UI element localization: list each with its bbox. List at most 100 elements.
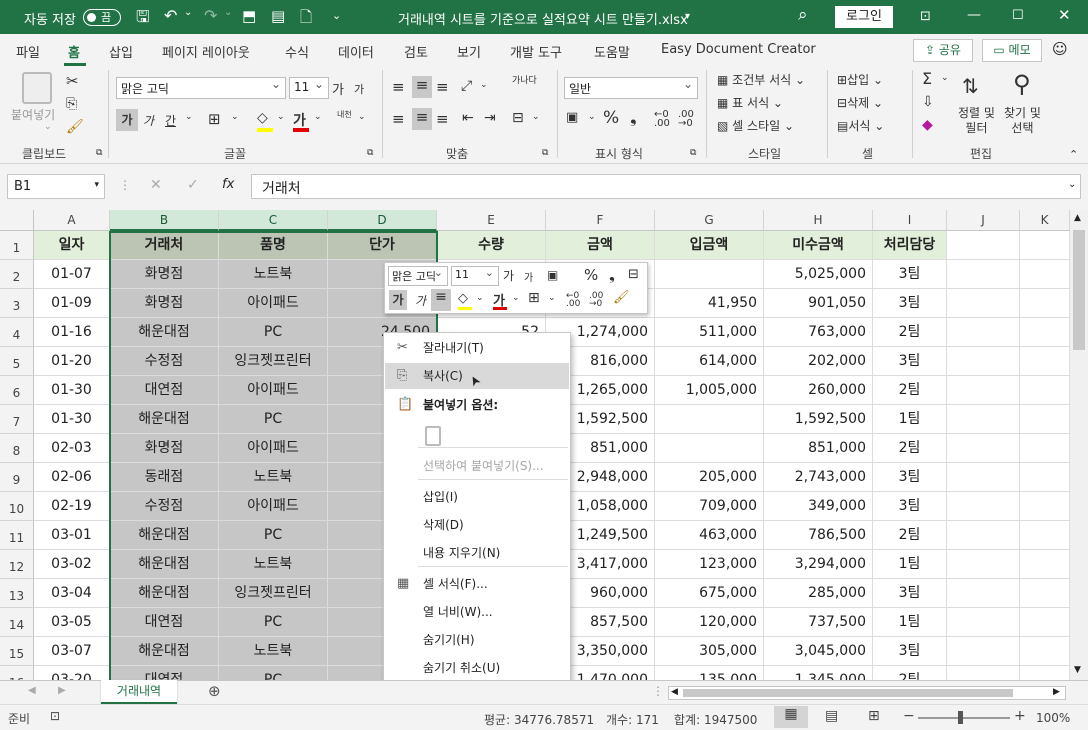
table-cell[interactable]: 02-03 xyxy=(34,434,110,463)
empty-cell[interactable] xyxy=(1020,405,1070,434)
autosave-toggle[interactable]: 끔 xyxy=(83,9,121,26)
merge-center-icon[interactable]: ⊟ xyxy=(512,110,524,126)
header-cell[interactable]: 일자 xyxy=(34,231,110,260)
page-break-view-icon[interactable]: ⊞ xyxy=(868,708,880,724)
table-cell[interactable] xyxy=(655,260,764,289)
clipboard-launcher-icon[interactable]: ⧉ xyxy=(96,148,102,158)
context-menu-item[interactable]: ✂ 잘라내기(T) xyxy=(385,335,569,361)
next-sheet-icon[interactable]: ▶ xyxy=(58,685,66,696)
sort-filter-icon[interactable]: ⇅ xyxy=(962,74,979,98)
login-button[interactable]: 로그인 xyxy=(835,6,893,28)
column-header-F[interactable]: F xyxy=(546,210,655,231)
macro-record-icon[interactable]: ⊡ xyxy=(50,709,60,723)
context-menu-item[interactable]: ▦ 셀 서식(F)... xyxy=(385,571,569,597)
row-header[interactable]: 10 xyxy=(0,492,34,521)
underline-button[interactable]: 간 xyxy=(165,112,176,129)
table-cell[interactable]: 851,000 xyxy=(764,434,873,463)
empty-cell[interactable] xyxy=(947,579,1020,608)
table-cell[interactable]: 해운대점 xyxy=(110,579,219,608)
empty-cell[interactable] xyxy=(1020,260,1070,289)
context-menu-item[interactable]: 삽입(I) xyxy=(385,484,569,510)
tab-page-layout[interactable]: 페이지 레이아웃 xyxy=(162,42,250,61)
minimize-icon[interactable]: — xyxy=(967,7,981,23)
sort-filter-button[interactable]: 정렬 및 필터 xyxy=(958,106,995,136)
table-cell[interactable]: 잉크젯프린터 xyxy=(219,579,328,608)
align-right-icon[interactable]: ≡ xyxy=(436,110,449,128)
empty-cell[interactable] xyxy=(1020,637,1070,666)
table-cell[interactable]: 3,045,000 xyxy=(764,637,873,666)
column-header-D[interactable]: D xyxy=(328,210,437,231)
merge-dropdown-icon[interactable]: ⌄ xyxy=(532,112,540,122)
cancel-entry-icon[interactable]: ✕ xyxy=(150,177,162,193)
table-cell[interactable]: 대연점 xyxy=(110,376,219,405)
table-cell[interactable]: 해운대점 xyxy=(110,637,219,666)
clear-icon[interactable]: ◆ xyxy=(922,117,933,133)
tab-insert[interactable]: 삽입 xyxy=(109,42,133,61)
horizontal-scroll-thumb[interactable] xyxy=(683,689,1013,697)
row-header[interactable]: 1 xyxy=(0,231,34,260)
horizontal-scrollbar[interactable]: ◀ ▶ xyxy=(668,686,1066,700)
form-icon[interactable]: ▤ xyxy=(271,7,285,25)
autosum-dropdown-icon[interactable]: ⌄ xyxy=(941,73,949,83)
table-cell[interactable]: PC xyxy=(219,405,328,434)
decrease-decimal-icon[interactable]: .00 →0 xyxy=(678,110,694,129)
font-name-combo[interactable]: 맑은 고딕 xyxy=(116,77,286,99)
delete-cells-button[interactable]: ⊟삭제 ⌄ xyxy=(837,94,883,111)
copy-icon[interactable]: ⎘ xyxy=(66,96,77,112)
conditional-format-button[interactable]: ▦ 조건부 서식 ⌄ xyxy=(717,71,805,88)
format-painter-icon[interactable]: 🖌 xyxy=(66,119,84,135)
row-header[interactable]: 12 xyxy=(0,550,34,579)
header-cell[interactable]: 미수금액 xyxy=(764,231,873,260)
mini-font-color-dropdown-icon[interactable]: ⌄ xyxy=(512,293,520,303)
align-top-icon[interactable]: ≡ xyxy=(392,78,405,96)
scroll-up-icon[interactable]: ▲ xyxy=(1074,213,1081,223)
redo-dropdown-icon[interactable]: ⌄ xyxy=(224,7,232,18)
orientation-dropdown-icon[interactable]: ⌄ xyxy=(480,80,488,90)
header-cell[interactable]: 수량 xyxy=(437,231,546,260)
empty-cell[interactable] xyxy=(1020,608,1070,637)
table-cell[interactable]: 01-30 xyxy=(34,405,110,434)
undo-icon[interactable]: ↶ xyxy=(164,6,177,25)
empty-cell[interactable] xyxy=(1020,579,1070,608)
cell-styles-button[interactable]: ▧ 셀 스타일 ⌄ xyxy=(717,117,794,134)
paste-icon[interactable] xyxy=(22,72,52,104)
table-cell[interactable]: 01-20 xyxy=(34,347,110,376)
table-cell[interactable]: 02-06 xyxy=(34,463,110,492)
table-cell[interactable]: 1,592,500 xyxy=(764,405,873,434)
context-menu-item[interactable]: 숨기기 취소(U) xyxy=(385,655,569,681)
table-cell[interactable]: 2팀 xyxy=(873,376,947,405)
mini-bold-button[interactable]: 가 xyxy=(389,290,407,310)
column-header-I[interactable]: I xyxy=(873,210,947,231)
font-launcher-icon[interactable]: ⧉ xyxy=(367,148,373,158)
table-cell[interactable]: PC xyxy=(219,666,328,680)
empty-cell[interactable] xyxy=(947,260,1020,289)
empty-cell[interactable] xyxy=(947,231,1020,260)
normal-view-icon[interactable]: ▦ xyxy=(774,706,808,728)
table-cell[interactable]: 2팀 xyxy=(873,521,947,550)
paste-dropdown-icon[interactable]: ⌄ xyxy=(44,122,52,132)
mini-italic-button[interactable]: 가 xyxy=(415,292,426,309)
column-header-E[interactable]: E xyxy=(437,210,546,231)
table-cell[interactable]: 03-02 xyxy=(34,550,110,579)
empty-cell[interactable] xyxy=(947,434,1020,463)
row-header[interactable]: 14 xyxy=(0,608,34,637)
row-header[interactable]: 7 xyxy=(0,405,34,434)
row-header[interactable]: 13 xyxy=(0,579,34,608)
number-format-combo[interactable]: 일반 xyxy=(564,77,698,99)
row-header[interactable]: 3 xyxy=(0,289,34,318)
table-cell[interactable]: 잉크젯프린터 xyxy=(219,347,328,376)
empty-cell[interactable] xyxy=(947,608,1020,637)
table-cell[interactable]: 아이패드 xyxy=(219,434,328,463)
find-select-icon[interactable]: ⚲ xyxy=(1013,70,1031,98)
table-cell[interactable]: 해운대점 xyxy=(110,318,219,347)
table-cell[interactable]: 01-16 xyxy=(34,318,110,347)
font-color-icon[interactable]: 가 xyxy=(293,110,309,132)
accounting-dropdown-icon[interactable]: ⌄ xyxy=(588,112,596,122)
confirm-entry-icon[interactable]: ✓ xyxy=(187,177,199,193)
vertical-scrollbar[interactable]: ▲ ▼ xyxy=(1070,210,1088,680)
number-launcher-icon[interactable]: ⧉ xyxy=(690,148,696,158)
mini-font-shrink-icon[interactable]: 가 xyxy=(524,269,533,284)
accounting-icon[interactable]: ▣ xyxy=(566,110,578,125)
tab-data[interactable]: 데이터 xyxy=(338,42,374,61)
empty-cell[interactable] xyxy=(1020,666,1070,680)
